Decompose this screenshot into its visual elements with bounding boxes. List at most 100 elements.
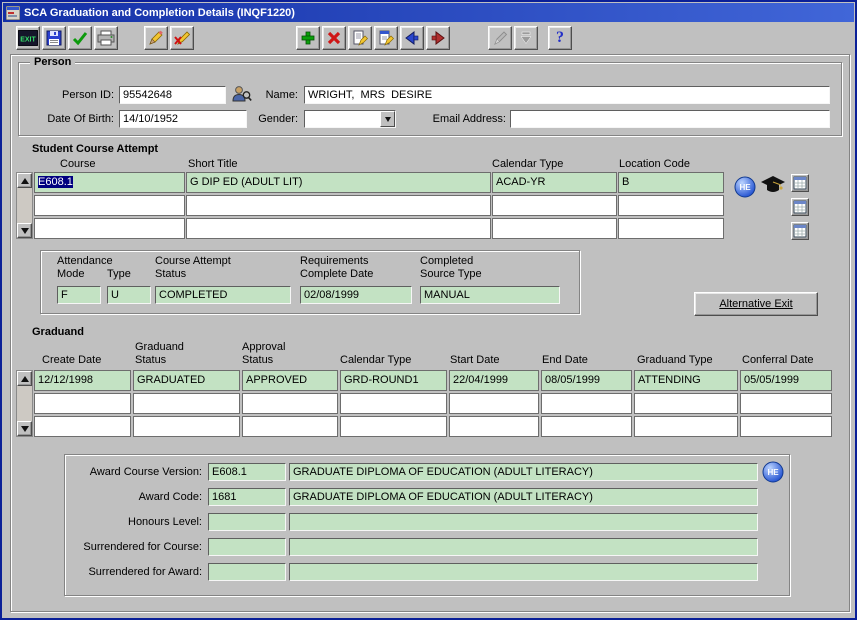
sca-location-code-cell[interactable] [618, 218, 724, 239]
end-date-header: End Date [542, 340, 612, 367]
help-button[interactable]: ? [548, 26, 572, 50]
green-check-icon [72, 30, 88, 46]
honours-level-field [208, 513, 286, 531]
graduand-type-cell[interactable] [634, 393, 738, 414]
approval-status-cell[interactable] [242, 416, 338, 437]
end-date-cell[interactable] [541, 393, 632, 414]
person-id-field[interactable]: 95542648 [119, 86, 226, 104]
calendar-type-cell[interactable] [340, 416, 447, 437]
alternative-exit-button[interactable]: Alternative Exit [694, 292, 818, 316]
approval-status-header: Approval Status [242, 340, 294, 367]
dob-field[interactable]: 14/10/1952 [119, 110, 247, 128]
name-field[interactable]: WRIGHT, MRS DESIRE [304, 86, 830, 104]
sca-lov-button[interactable] [791, 174, 809, 192]
sca-lov-button[interactable] [791, 198, 809, 216]
award-course-version-field: E608.1 [208, 463, 286, 481]
conferral-date-header: Conferral Date [742, 340, 832, 367]
dob-label: Date Of Birth: [30, 113, 114, 126]
pencil-icon [148, 30, 164, 46]
window-title: SCA Graduation and Completion Details (I… [24, 7, 295, 19]
sca-short-title-cell[interactable] [186, 195, 491, 216]
sca-calendar-type-cell[interactable]: ACAD-YR [492, 172, 617, 193]
graduand-status-header: Graduand Status [135, 340, 193, 367]
sca-scrollbar[interactable] [16, 172, 33, 239]
edit-record-button[interactable] [348, 26, 372, 50]
pencil-red-x-icon [174, 30, 190, 46]
enter-query-button[interactable] [374, 26, 398, 50]
graduand-status-cell[interactable] [133, 416, 240, 437]
sca-short-title-cell[interactable] [186, 218, 491, 239]
previous-block-button[interactable] [400, 26, 424, 50]
save-button[interactable] [42, 26, 66, 50]
chevron-down-icon [385, 117, 391, 122]
start-date-cell[interactable]: 22/04/1999 [449, 370, 539, 391]
sca-short-title-cell[interactable]: G DIP ED (ADULT LIT) [186, 172, 491, 193]
record-list-icon [793, 200, 807, 214]
person-id-label: Person ID: [30, 89, 114, 102]
conferral-date-cell[interactable] [740, 416, 832, 437]
next-block-button[interactable] [426, 26, 450, 50]
he-indicator: HE [762, 461, 784, 483]
graduand-type-cell[interactable] [634, 416, 738, 437]
gender-select[interactable]: Female [304, 110, 396, 128]
sca-scroll-down-button[interactable] [17, 223, 32, 238]
email-field[interactable] [510, 110, 830, 128]
award-code-field: 1681 [208, 488, 286, 506]
sca-calendar-type-cell[interactable] [492, 195, 617, 216]
graduand-scroll-up-button[interactable] [17, 371, 32, 386]
graduand-status-cell[interactable]: GRADUATED [133, 370, 240, 391]
name-label: Name: [252, 89, 298, 102]
sca-scroll-up-button[interactable] [17, 173, 32, 188]
red-arrow-icon [430, 30, 446, 46]
gender-dropdown-button[interactable] [380, 111, 395, 127]
sca-course-cell[interactable] [34, 218, 185, 239]
sca-course-cell[interactable] [34, 195, 185, 216]
sca-lov-button[interactable] [791, 222, 809, 240]
question-mark-icon: ? [556, 30, 564, 46]
print-button[interactable] [94, 26, 118, 50]
attendance-mode-field: F [57, 286, 101, 304]
requirements-complete-date-field: 02/08/1999 [300, 286, 412, 304]
create-date-cell[interactable]: 12/12/1998 [34, 370, 131, 391]
commit-button[interactable] [68, 26, 92, 50]
end-date-cell[interactable] [541, 416, 632, 437]
conferral-date-cell[interactable]: 05/05/1999 [740, 370, 832, 391]
sca-calendar-type-cell[interactable] [492, 218, 617, 239]
calendar-type-cell[interactable] [340, 393, 447, 414]
selected-text: E608.1 [38, 176, 73, 188]
calendar-type-cell[interactable]: GRD-ROUND1 [340, 370, 447, 391]
create-date-cell[interactable] [34, 393, 131, 414]
start-date-cell[interactable] [449, 416, 539, 437]
graduand-status-cell[interactable] [133, 393, 240, 414]
end-date-cell[interactable]: 08/05/1999 [541, 370, 632, 391]
approval-status-cell[interactable]: APPROVED [242, 370, 338, 391]
create-date-cell[interactable] [34, 416, 131, 437]
pencil-form-icon [378, 30, 394, 46]
attendance-type-field: U [107, 286, 151, 304]
surrendered-for-course-field [208, 538, 286, 556]
cancel-query-button[interactable] [170, 26, 194, 50]
graduand-section-label: Graduand [32, 326, 84, 339]
exit-button[interactable]: EXIT [16, 26, 40, 50]
insert-record-button[interactable] [296, 26, 320, 50]
surrendered-for-course-label: Surrendered for Course: [70, 541, 202, 554]
conferral-date-cell[interactable] [740, 393, 832, 414]
award-code-label: Award Code: [70, 491, 202, 504]
graduand-scrollbar[interactable] [16, 370, 33, 437]
green-plus-icon [300, 30, 316, 46]
delete-record-button[interactable] [322, 26, 346, 50]
attendance-type-header: Type [107, 254, 147, 281]
start-date-cell[interactable] [449, 393, 539, 414]
honours-level-description-field [289, 513, 758, 531]
graduand-type-cell[interactable]: ATTENDING [634, 370, 738, 391]
sca-location-code-cell[interactable]: B [618, 172, 724, 193]
surrendered-for-award-description-field [289, 563, 758, 581]
approval-status-cell[interactable] [242, 393, 338, 414]
app-window: SCA Graduation and Completion Details (I… [0, 0, 857, 620]
sca-course-cell[interactable]: E608.1 [34, 172, 185, 193]
clear-record-button[interactable] [144, 26, 168, 50]
gender-label: Gender: [248, 113, 298, 126]
person-search-button[interactable] [229, 82, 253, 104]
sca-location-code-cell[interactable] [618, 195, 724, 216]
graduand-scroll-down-button[interactable] [17, 421, 32, 436]
